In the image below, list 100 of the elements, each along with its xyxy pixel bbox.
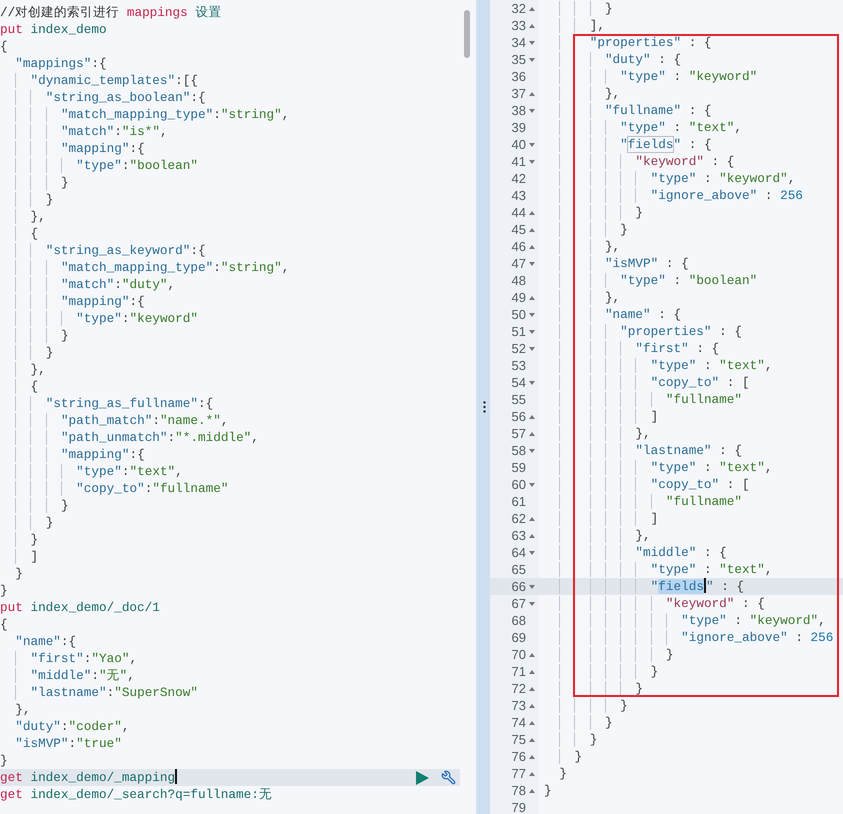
code-line: //对创建的索引进行 mappings 设置 — [0, 4, 222, 21]
line-number: 57 — [512, 425, 526, 442]
caret-up-icon[interactable] — [529, 788, 535, 792]
caret-up-icon[interactable] — [529, 432, 535, 436]
caret-down-icon[interactable] — [529, 550, 535, 554]
code-line: "match_mapping_type":"string", — [0, 106, 290, 123]
code-line: "type" : "keyword", — [544, 612, 826, 629]
caret-up-icon[interactable] — [529, 92, 535, 96]
line-number: 35 — [512, 51, 526, 68]
caret-down-icon[interactable] — [529, 330, 535, 334]
caret-down-icon[interactable] — [529, 108, 535, 112]
caret-up-icon[interactable] — [529, 210, 535, 214]
code-line: "fullname" — [544, 391, 742, 408]
code-line: "fullname" : { — [544, 102, 712, 119]
code-line: } — [0, 514, 54, 531]
caret-up-icon[interactable] — [529, 686, 535, 690]
line-number: 69 — [512, 629, 526, 646]
caret-up-icon[interactable] — [529, 738, 535, 742]
code-line: } — [544, 697, 628, 714]
caret-down-icon[interactable] — [529, 262, 535, 266]
code-line: } — [544, 646, 674, 663]
wrench-icon[interactable] — [441, 770, 456, 785]
code-line: } — [544, 731, 598, 748]
line-number: 36 — [512, 68, 526, 85]
code-line: } — [544, 221, 628, 238]
code-line: } — [558, 765, 567, 782]
line-number: 46 — [512, 238, 526, 255]
code-line: "properties" : { — [544, 323, 742, 340]
line-number: 43 — [512, 187, 526, 204]
scrollbar-thumb[interactable] — [464, 10, 470, 58]
line-number: 60 — [512, 476, 526, 493]
line-number: 34 — [512, 34, 526, 51]
line-number: 56 — [512, 408, 526, 425]
caret-down-icon[interactable] — [529, 346, 535, 350]
code-line: "type" : "keyword", — [544, 170, 796, 187]
code-line: "mapping":{ — [0, 446, 145, 463]
line-number: 40 — [512, 136, 526, 153]
code-line: "ignore_above" : 256 — [544, 629, 834, 646]
request-editor[interactable] — [0, 0, 478, 814]
code-line: } — [0, 327, 69, 344]
code-line: "middle" : { — [544, 544, 727, 561]
line-number: 68 — [512, 612, 526, 629]
caret-up-icon[interactable] — [529, 516, 535, 520]
caret-down-icon[interactable] — [529, 584, 535, 588]
code-line: { — [0, 225, 38, 242]
line-number: 42 — [512, 170, 526, 187]
caret-down-icon[interactable] — [529, 58, 535, 62]
line-number: 58 — [512, 442, 526, 459]
caret-down-icon[interactable] — [529, 142, 535, 146]
code-line: "type":"boolean" — [0, 157, 198, 174]
line-number: 79 — [512, 799, 526, 814]
code-line: } — [544, 782, 552, 799]
caret-up-icon[interactable] — [529, 296, 535, 300]
line-number: 70 — [512, 646, 526, 663]
caret-up-icon[interactable] — [529, 414, 535, 418]
code-line: "type" : "text", — [544, 119, 742, 136]
code-line: "fields" : { — [544, 136, 712, 153]
code-line: "type" : "keyword" — [544, 68, 758, 85]
caret-up-icon[interactable] — [529, 244, 535, 248]
line-number: 78 — [512, 782, 526, 799]
line-number: 38 — [512, 102, 526, 119]
caret-down-icon[interactable] — [529, 160, 535, 164]
line-number: 49 — [512, 289, 526, 306]
caret-down-icon[interactable] — [529, 448, 535, 452]
caret-down-icon[interactable] — [529, 380, 535, 384]
line-number: 47 — [512, 255, 526, 272]
code-line: } — [544, 748, 582, 765]
caret-up-icon[interactable] — [529, 720, 535, 724]
caret-up-icon[interactable] — [529, 772, 535, 776]
code-line: } — [0, 344, 54, 361]
caret-down-icon[interactable] — [529, 482, 535, 486]
caret-up-icon[interactable] — [529, 24, 535, 28]
code-line: "string_as_boolean":{ — [0, 89, 206, 106]
code-line: "type" : "text", — [544, 561, 772, 578]
caret-down-icon[interactable] — [529, 602, 535, 606]
code-line: "keyword" : { — [544, 595, 765, 612]
code-line: } — [0, 531, 38, 548]
caret-up-icon[interactable] — [529, 704, 535, 708]
code-line: } — [0, 752, 8, 769]
code-line: "name" : { — [544, 306, 682, 323]
drag-handle-icon[interactable] — [482, 401, 486, 413]
code-line: "copy_to":"fullname" — [0, 480, 228, 497]
caret-up-icon[interactable] — [529, 754, 535, 758]
line-number: 53 — [512, 357, 526, 374]
caret-up-icon[interactable] — [529, 670, 535, 674]
line-number: 41 — [512, 153, 526, 170]
caret-up-icon[interactable] — [529, 228, 535, 232]
caret-up-icon[interactable] — [529, 652, 535, 656]
caret-down-icon[interactable] — [529, 312, 535, 316]
caret-up-icon[interactable] — [529, 534, 535, 538]
code-line: { — [0, 616, 8, 633]
line-number: 66 — [512, 578, 526, 595]
line-number: 76 — [512, 748, 526, 765]
caret-down-icon[interactable] — [529, 40, 535, 44]
line-number: 61 — [512, 493, 526, 510]
code-line: "match_mapping_type":"string", — [0, 259, 290, 276]
play-icon[interactable] — [416, 770, 429, 784]
code-line: "type":"text", — [0, 463, 183, 480]
code-line: "fields" : { — [544, 578, 744, 595]
caret-up-icon[interactable] — [529, 6, 535, 10]
